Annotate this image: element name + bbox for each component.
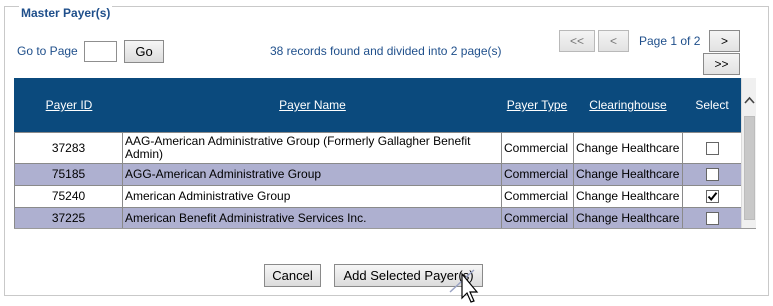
clearinghouse-cell: Change Healthcare: [573, 132, 683, 164]
payer-type-cell: Commercial: [501, 132, 574, 164]
payer-name-cell: American Administrative Group: [122, 185, 502, 208]
payer-type-cell: Commercial: [501, 163, 574, 186]
payer-id-cell: 37225: [14, 207, 123, 228]
column-header-payer-type[interactable]: Payer Type: [501, 78, 573, 132]
select-cell: [682, 163, 742, 186]
payer-id-cell: 75240: [14, 185, 123, 208]
payer-id-cell: 37283: [14, 132, 123, 164]
payer-name-cell: AGG-American Administrative Group: [122, 163, 502, 186]
column-header-clearinghouse[interactable]: Clearinghouse: [573, 78, 683, 132]
column-header-select: Select: [695, 98, 729, 112]
select-checkbox[interactable]: [705, 141, 719, 155]
table-row: 37283 AAG-American Administrative Group (…: [14, 132, 742, 164]
records-count-text: 38 records found and divided into 2 page…: [270, 44, 502, 58]
grid-scrollbar[interactable]: [741, 78, 756, 228]
column-header-payer-name[interactable]: Payer Name: [124, 78, 501, 132]
payer-id-cell: 75185: [14, 163, 123, 186]
first-page-button[interactable]: <<: [559, 30, 595, 52]
go-button[interactable]: Go: [124, 40, 164, 63]
last-page-button[interactable]: >>: [703, 53, 740, 75]
clearinghouse-cell: Change Healthcare: [573, 207, 683, 228]
table-row: 75185 AGG-American Administrative Group Co…: [14, 163, 742, 186]
payer-grid: Payer ID Payer Name Payer Type Clearingh…: [14, 78, 756, 229]
select-checkbox[interactable]: [705, 190, 719, 204]
clearinghouse-cell: Change Healthcare: [573, 163, 683, 186]
checkmark-icon: [707, 192, 717, 202]
previous-page-button[interactable]: <: [598, 30, 629, 52]
panel-title: Master Payer(s): [19, 6, 113, 20]
page-indicator: Page 1 of 2: [639, 34, 701, 48]
table-row: 37225 American Benefit Administrative Ser…: [14, 207, 742, 228]
scroll-up-icon[interactable]: [742, 88, 756, 112]
select-cell: [682, 132, 742, 164]
cancel-button[interactable]: Cancel: [264, 264, 321, 287]
column-header-payer-id[interactable]: Payer ID: [14, 78, 124, 132]
payer-table: 37283 AAG-American Administrative Group (…: [14, 132, 742, 228]
next-page-button[interactable]: >: [709, 30, 740, 52]
payer-type-cell: Commercial: [501, 185, 574, 208]
scroll-thumb[interactable]: [744, 116, 755, 220]
select-cell: [682, 185, 742, 208]
select-checkbox[interactable]: [705, 212, 719, 226]
go-to-page-input[interactable]: [84, 41, 117, 62]
table-row: 75240 American Administrative Group Commer…: [14, 185, 742, 208]
clearinghouse-cell: Change Healthcare: [573, 185, 683, 208]
mouse-cursor-icon: [449, 269, 479, 303]
grid-header: Payer ID Payer Name Payer Type Clearingh…: [14, 78, 756, 132]
payer-name-cell: American Benefit Administrative Services…: [122, 207, 502, 228]
go-to-page-label: Go to Page: [17, 44, 78, 58]
select-cell: [682, 207, 742, 228]
payer-name-cell: AAG-American Administrative Group (Forme…: [122, 132, 502, 164]
select-checkbox[interactable]: [705, 168, 719, 182]
payer-type-cell: Commercial: [501, 207, 574, 228]
